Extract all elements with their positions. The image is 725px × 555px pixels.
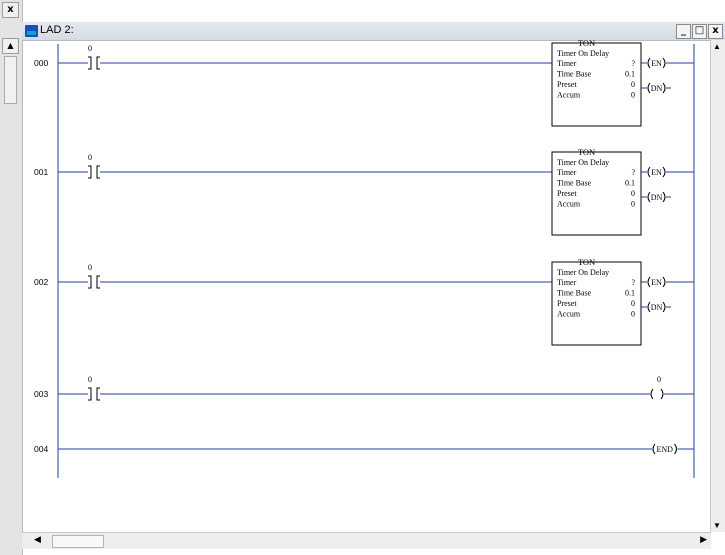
ton-param-label: Accum [557,91,581,100]
xic-contact-icon [88,56,100,70]
scroll-right-arrow-icon[interactable]: ▶ [700,534,707,545]
contact-address: 0 [88,44,92,53]
ton-param-value: ? [631,59,635,68]
rung-002: 002 0 TONTimer On DelayTimer ? Time Base 0.1 P… [34,257,694,346]
contact-address: 0 [88,263,92,272]
ton-param-label: Accum [557,310,581,319]
rung-004: 004 END [34,443,694,455]
ton-param-value: 0 [631,299,635,308]
en-output-coil-icon-label: EN [651,59,662,68]
ton-param-label: Preset [557,80,577,89]
ton-param-label: Timer [557,168,577,177]
en-output-coil-icon-left-paren [647,57,651,69]
en-output-coil-icon-left-paren [647,166,651,178]
rung-number: 003 [34,389,48,399]
ton-param-value: 0 [631,91,635,100]
scroll-left-arrow-icon[interactable]: ◀ [34,534,41,545]
rung-number: 001 [34,167,48,177]
dn-output-coil-icon-label: DN [651,193,663,202]
rung-000: 0000TONTimer On DelayTimer ?Time Base 0.1P… [34,38,694,127]
end-of-file-coil-icon-right-paren [674,443,677,455]
ton-param-value: ? [631,168,635,177]
rung-number: 004 [34,444,48,454]
ton-description: Timer On Delay [557,268,609,277]
ton-param-label: Timer [557,278,577,287]
ton-param-value: 0 [631,200,635,209]
horizontal-scroll-thumb[interactable] [52,535,104,548]
ton-param-label: Time Base [557,179,592,188]
contact-address: 0 [88,375,92,384]
xic-contact-icon [88,387,100,401]
dn-output-coil-icon-right-paren [662,82,666,94]
dn-output-coil-icon-left-paren [647,301,651,313]
ton-mnemonic: TON [578,257,595,267]
xic-contact-icon [88,275,100,289]
ton-param-label: Time Base [557,70,592,79]
ton-param-value: 0 [631,80,635,89]
dn-output-coil-icon-label: DN [651,303,663,312]
dn-output-coil-icon-left-paren [647,82,651,94]
en-output-coil-icon-left-paren [647,276,651,288]
en-output-coil-icon-label: EN [651,168,662,177]
rung-001: 001 0 TONTimer On DelayTimer ? Time Base 0.1 P… [34,147,694,236]
end-of-file-coil-icon-label: END [657,445,674,454]
ton-description: Timer On Delay [557,49,609,58]
output-coil-icon-right-paren [660,388,664,400]
dn-output-coil-icon-right-paren [662,191,666,203]
rung-003: 003 0 0 [34,375,694,401]
dn-output-coil-icon-label: DN [651,84,663,93]
end-of-file-coil-icon-left-paren [652,443,656,455]
scroll-down-arrow-icon[interactable]: ▼ [713,521,721,530]
ton-param-value: 0.1 [625,70,635,79]
dn-output-coil-icon-right-paren [662,301,666,313]
ton-param-label: Accum [557,200,581,209]
ton-param-value: 0.1 [625,289,635,298]
ton-param-value: ? [631,278,635,287]
dn-output-coil-icon-left-paren [647,191,651,203]
en-output-coil-icon-right-paren [662,57,666,69]
ton-param-label: Time Base [557,289,592,298]
ton-param-value: 0 [631,189,635,198]
horizontal-scrollbar[interactable]: ◀ ▶ [22,532,711,549]
xic-contact-icon [88,165,100,179]
coil-address: 0 [657,375,661,384]
en-output-coil-icon-right-paren [662,276,666,288]
en-output-coil-icon-right-paren [662,166,666,178]
contact-address: 0 [88,153,92,162]
ton-mnemonic: TON [578,38,595,48]
scroll-up-arrow-icon[interactable]: ▲ [713,42,721,51]
ton-param-label: Preset [557,189,577,198]
ton-description: Timer On Delay [557,158,609,167]
rung-number: 002 [34,277,48,287]
ton-param-label: Timer [557,59,577,68]
vertical-scrollbar[interactable]: ▲ ▼ [710,40,725,532]
output-coil-icon-left-paren [650,388,654,400]
ton-mnemonic: TON [578,147,595,157]
ton-param-value: 0 [631,310,635,319]
ladder-diagram: 0000TONTimer On DelayTimer ?Time Base 0.1P… [34,38,695,478]
rung-number: 000 [34,58,48,68]
en-output-coil-icon-label: EN [651,278,662,287]
ton-param-label: Preset [557,299,577,308]
ton-param-value: 0.1 [625,179,635,188]
